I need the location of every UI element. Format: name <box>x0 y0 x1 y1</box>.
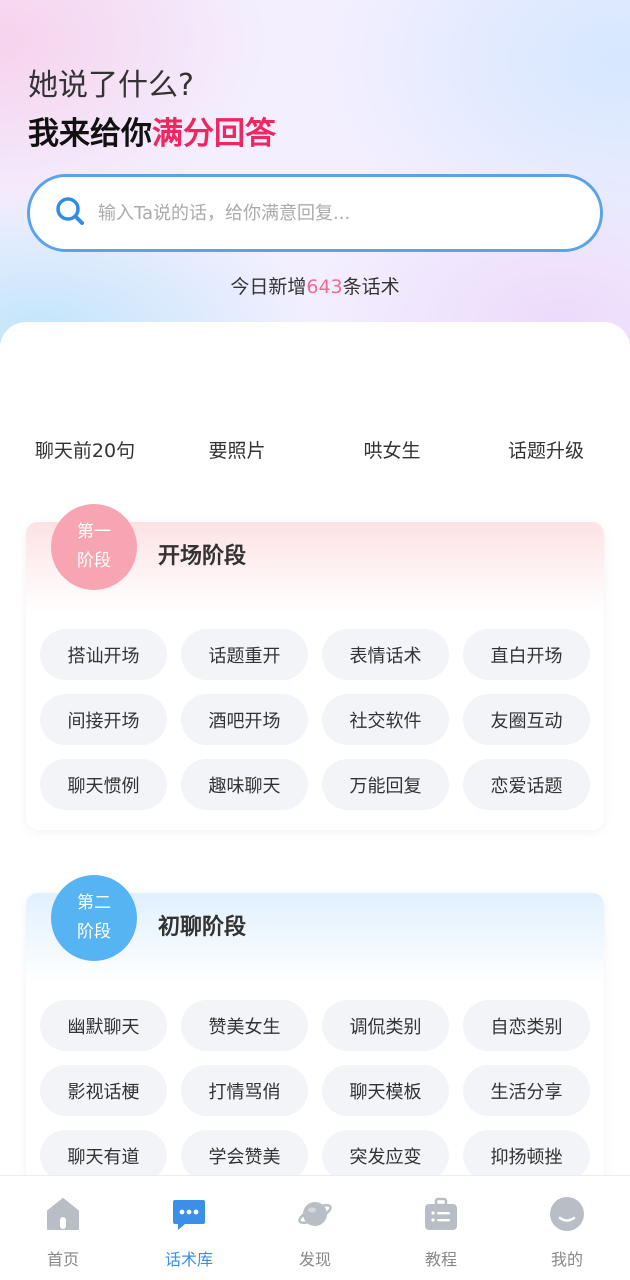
tag-item[interactable]: 聊天惯例 <box>40 759 167 810</box>
stage-card-opening: 第一 阶段 开场阶段 搭讪开场 话题重开 表情话术 直白开场 间接开场 酒吧开场… <box>26 504 604 830</box>
hero-answer: 我来给你满分回答 <box>28 108 276 153</box>
tag-item[interactable]: 学会赞美 <box>181 1130 308 1181</box>
stage-badge-line2: 阶段 <box>77 551 111 571</box>
daily-new-count: 今日新增643条话术 <box>0 272 630 299</box>
bottom-tab-bar: 首页 话术库 发现 教程 我的 <box>0 1175 630 1280</box>
tag-item[interactable]: 趣味聊天 <box>181 759 308 810</box>
tab-label: 发现 <box>298 1250 331 1269</box>
tag-item[interactable]: 聊天模板 <box>322 1065 449 1116</box>
hero-question: 她说了什么? <box>28 68 194 103</box>
stat-prefix: 今日新增 <box>230 276 307 298</box>
home-icon <box>45 1196 81 1232</box>
tab-label: 我的 <box>550 1250 583 1269</box>
tag-item[interactable]: 幽默聊天 <box>40 1000 167 1051</box>
tag-item[interactable]: 社交软件 <box>322 694 449 745</box>
tag-item[interactable]: 突发应变 <box>322 1130 449 1181</box>
category-ask-photo[interactable]: 要照片 <box>162 436 312 463</box>
tag-item[interactable]: 万能回复 <box>322 759 449 810</box>
search-input[interactable] <box>98 202 568 224</box>
stage-card-initial-chat: 第二 阶段 初聊阶段 幽默聊天 赞美女生 调侃类别 自恋类别 影视话梗 打情骂俏… <box>26 875 604 1193</box>
hero-answer-highlight: 满分回答 <box>152 116 276 152</box>
stage-title: 初聊阶段 <box>158 915 247 940</box>
tab-home[interactable]: 首页 <box>0 1176 126 1280</box>
tag-item[interactable]: 间接开场 <box>40 694 167 745</box>
tag-item[interactable]: 友圈互动 <box>463 694 590 745</box>
tag-item[interactable]: 恋爱话题 <box>463 759 590 810</box>
tag-item[interactable]: 酒吧开场 <box>181 694 308 745</box>
tag-item[interactable]: 聊天有道 <box>40 1130 167 1181</box>
profile-icon <box>549 1196 585 1232</box>
tab-discover[interactable]: 发现 <box>252 1176 378 1280</box>
briefcase-list-icon <box>423 1196 459 1232</box>
tag-item[interactable]: 生活分享 <box>463 1065 590 1116</box>
chat-bubble-icon <box>171 1196 207 1232</box>
tab-label: 话术库 <box>164 1250 213 1269</box>
tag-item[interactable]: 赞美女生 <box>181 1000 308 1051</box>
tag-item[interactable]: 抑扬顿挫 <box>463 1130 590 1181</box>
tag-item[interactable]: 表情话术 <box>322 629 449 680</box>
stat-count: 643 <box>306 276 343 298</box>
hero-answer-prefix: 我来给你 <box>28 116 152 152</box>
tag-item[interactable]: 打情骂俏 <box>181 1065 308 1116</box>
category-topic-upgrade[interactable]: 话题升级 <box>471 436 621 463</box>
hero-banner: 她说了什么? 我来给你满分回答 今日新增643条话术 <box>0 0 630 360</box>
stage-badge-line1: 第二 <box>77 893 111 913</box>
category-row: 聊天前20句 要照片 哄女生 话题升级 <box>0 436 630 466</box>
tab-script-library[interactable]: 话术库 <box>126 1176 252 1280</box>
search-icon[interactable] <box>54 195 86 231</box>
tab-tutorial[interactable]: 教程 <box>378 1176 504 1280</box>
tab-label: 首页 <box>46 1250 79 1269</box>
tag-item[interactable]: 影视话梗 <box>40 1065 167 1116</box>
stage-badge-line2: 阶段 <box>77 922 111 942</box>
stage-badge-line1: 第一 <box>77 522 111 542</box>
tag-item[interactable]: 话题重开 <box>181 629 308 680</box>
tab-profile[interactable]: 我的 <box>504 1176 630 1280</box>
stage-badge: 第一 阶段 <box>51 504 137 590</box>
planet-icon <box>297 1196 333 1232</box>
stage-badge: 第二 阶段 <box>51 875 137 961</box>
tag-item[interactable]: 直白开场 <box>463 629 590 680</box>
stat-suffix: 条话术 <box>342 276 400 298</box>
search-box[interactable] <box>27 174 603 252</box>
category-first-20[interactable]: 聊天前20句 <box>10 436 160 463</box>
tab-label: 教程 <box>424 1250 457 1269</box>
tag-item[interactable]: 调侃类别 <box>322 1000 449 1051</box>
stage-title: 开场阶段 <box>158 544 247 569</box>
tag-item[interactable]: 自恋类别 <box>463 1000 590 1051</box>
tag-item[interactable]: 搭讪开场 <box>40 629 167 680</box>
category-comfort-girl[interactable]: 哄女生 <box>317 436 467 463</box>
